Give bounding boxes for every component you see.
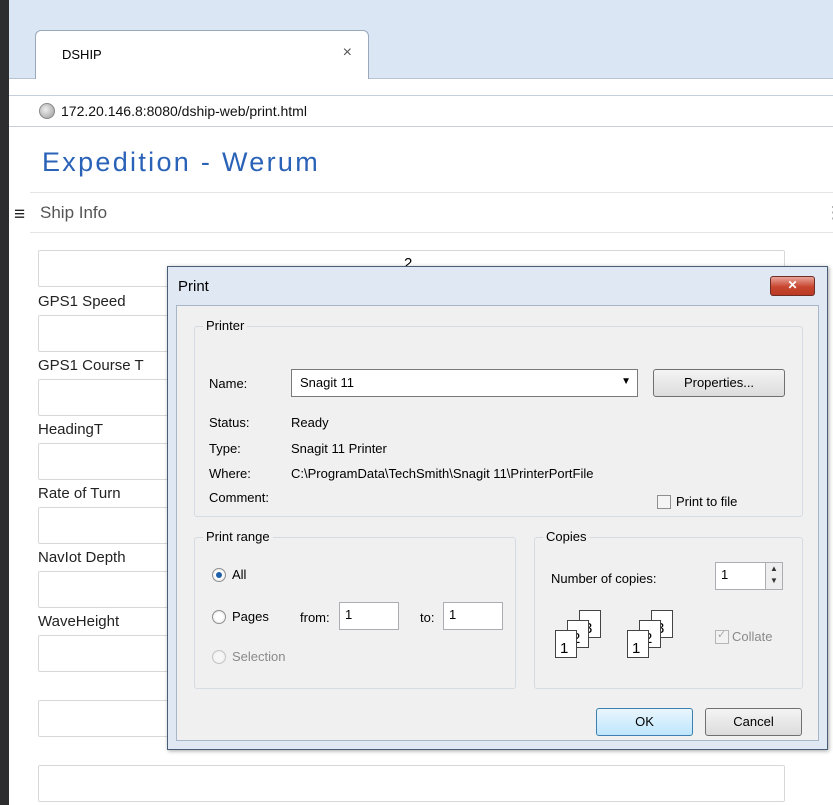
status-label: Status: bbox=[209, 415, 250, 430]
from-label: from: bbox=[300, 610, 330, 625]
tab-close-icon[interactable]: × bbox=[343, 44, 352, 62]
from-input[interactable]: 1 bbox=[339, 602, 399, 630]
copies-title: Copies bbox=[543, 529, 590, 544]
status-value: Ready bbox=[291, 415, 329, 430]
nav-ship-info[interactable]: Ship Info bbox=[40, 203, 107, 223]
dialog-body: Printer Name: Snagit 11 ▼ Properties... … bbox=[176, 305, 819, 741]
print-to-file-checkbox[interactable] bbox=[657, 495, 671, 509]
cancel-button[interactable]: Cancel bbox=[705, 708, 802, 736]
page-title: Expedition - Werum bbox=[42, 147, 320, 177]
pages-radio[interactable] bbox=[212, 610, 226, 624]
copies-spinner[interactable]: ▲ ▼ bbox=[765, 563, 782, 589]
menu-icon[interactable]: ≡ bbox=[14, 204, 25, 226]
number-of-copies-label: Number of copies: bbox=[551, 571, 657, 586]
properties-button[interactable]: Properties... bbox=[653, 369, 785, 397]
left-window-edge bbox=[0, 0, 9, 805]
print-dialog: Print ✕ Printer Name: Snagit 11 ▼ Proper… bbox=[167, 266, 828, 750]
to-input[interactable]: 1 bbox=[443, 602, 503, 630]
selection-label[interactable]: Selection bbox=[232, 649, 285, 664]
where-label: Where: bbox=[209, 466, 251, 481]
address-bar[interactable]: 172.20.146.8:8080/dship-web/print.html bbox=[9, 95, 833, 127]
to-label: to: bbox=[420, 610, 435, 625]
all-radio[interactable] bbox=[212, 568, 226, 582]
to-value: 1 bbox=[449, 607, 457, 622]
browser-tab[interactable]: DSHIP × bbox=[35, 30, 369, 79]
type-label: Type: bbox=[209, 441, 241, 456]
print-to-file-label[interactable]: Print to file bbox=[676, 494, 737, 509]
collate-pages-icon: 3 2 1 bbox=[555, 610, 635, 660]
nav-divider bbox=[30, 232, 833, 233]
printer-select[interactable]: Snagit 11 ▼ bbox=[291, 369, 638, 397]
printer-group-title: Printer bbox=[203, 318, 248, 333]
collate-pages-icon: 3 2 1 bbox=[627, 610, 707, 660]
printer-name: Snagit 11 bbox=[300, 375, 354, 390]
copies-value: 1 bbox=[721, 567, 729, 582]
print-range-group: Print range All Pages from: 1 to: 1 Sele… bbox=[194, 529, 516, 689]
url-text[interactable]: 172.20.146.8:8080/dship-web/print.html bbox=[61, 103, 307, 119]
copies-input[interactable]: 1 ▲ ▼ bbox=[715, 562, 783, 590]
dialog-titlebar[interactable]: Print ✕ bbox=[168, 267, 827, 305]
value-field[interactable] bbox=[38, 765, 785, 802]
collate-label[interactable]: Collate bbox=[732, 629, 772, 644]
from-value: 1 bbox=[345, 607, 353, 622]
type-value: Snagit 11 Printer bbox=[291, 441, 387, 456]
printer-group: Printer Name: Snagit 11 ▼ Properties... … bbox=[194, 318, 803, 517]
more-menu-icon[interactable]: ⋮ bbox=[825, 203, 833, 223]
collate-checkbox[interactable]: ✓ bbox=[715, 629, 729, 644]
where-value: C:\ProgramData\TechSmith\Snagit 11\Print… bbox=[291, 466, 594, 481]
field-label: NavIot Depth bbox=[38, 549, 126, 566]
all-label[interactable]: All bbox=[232, 567, 246, 582]
tab-title: DSHIP bbox=[62, 47, 102, 62]
ok-button[interactable]: OK bbox=[596, 708, 693, 736]
field-label: HeadingT bbox=[38, 421, 104, 438]
field-label: GPS1 Speed bbox=[38, 293, 126, 310]
pages-label[interactable]: Pages bbox=[232, 609, 269, 624]
print-range-title: Print range bbox=[203, 529, 273, 544]
selection-radio[interactable] bbox=[212, 650, 226, 664]
close-icon[interactable]: ✕ bbox=[770, 276, 815, 296]
header-divider bbox=[30, 192, 833, 193]
globe-icon bbox=[39, 103, 55, 119]
browser-tab-strip: DSHIP × bbox=[9, 0, 833, 79]
copies-group: Copies Number of copies: 1 ▲ ▼ 3 2 1 3 2… bbox=[534, 529, 803, 689]
dialog-title: Print bbox=[178, 278, 209, 295]
field-label: Rate of Turn bbox=[38, 485, 121, 502]
field-label: WaveHeight bbox=[38, 613, 120, 630]
comment-label: Comment: bbox=[209, 490, 269, 505]
dropdown-arrow-icon: ▼ bbox=[621, 376, 631, 387]
name-label: Name: bbox=[209, 376, 248, 391]
field-label: GPS1 Course T bbox=[38, 357, 144, 374]
spin-up-icon[interactable]: ▲ bbox=[766, 563, 782, 575]
spin-down-icon[interactable]: ▼ bbox=[766, 575, 782, 587]
